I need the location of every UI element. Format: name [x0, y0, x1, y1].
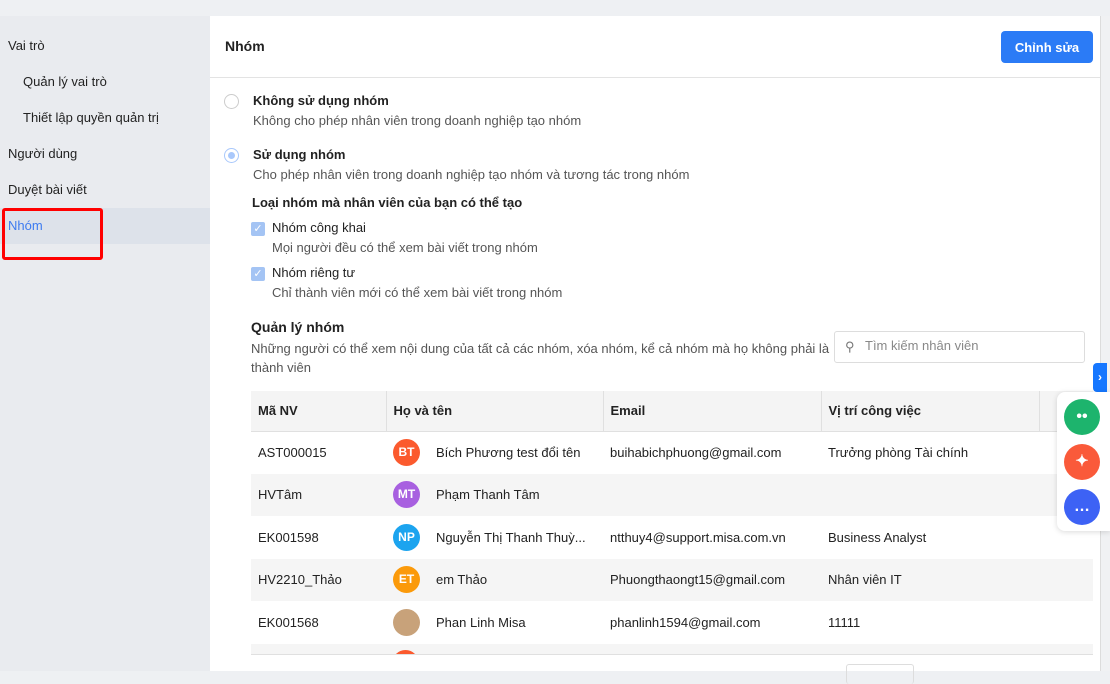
expand-widget-button[interactable]: › [1093, 363, 1107, 392]
avatar-photo [393, 608, 420, 636]
col-code[interactable]: Mã NV [251, 391, 387, 432]
cell-position: Business Analyst [828, 529, 927, 545]
cell-name: Phan Linh Misa [386, 601, 603, 644]
cell-actions [1039, 558, 1093, 601]
employee-name: Bích Phương test đổi tên [436, 445, 581, 460]
avatar: MT [393, 481, 420, 509]
avatar: BT [393, 439, 420, 466]
scrollbar[interactable] [1100, 16, 1110, 671]
sidebar-item-manage-roles[interactable]: Quản lý vai trò [0, 64, 210, 100]
col-email[interactable]: Email [603, 391, 822, 432]
cell-code: HV2210_Thảo [251, 558, 386, 601]
col-name[interactable]: Họ và tên [386, 391, 604, 432]
cell-name: MT Phạm Thanh Tâm [386, 473, 603, 516]
group-types-title: Loại nhóm mà nhân viên của bạn có thể tạ… [252, 195, 523, 210]
cell-name: ET em Thảo [386, 558, 603, 601]
cell-position: Trưởng phòng Tài chính [828, 445, 969, 460]
table-row[interactable]: HVTâm MT Phạm Thanh Tâm [251, 473, 1093, 516]
employee-name: Phan Linh Misa [436, 614, 526, 630]
cell-email: buihabichphuong@gmail.com [610, 445, 782, 460]
main-panel: Nhóm Chỉnh sửa Không sử dụng nhóm Không … [210, 16, 1100, 684]
option-label: Sử dụng nhóm [253, 147, 346, 162]
option-label: Nhóm công khai [272, 220, 366, 235]
search-employee[interactable]: ⚲ [834, 331, 1085, 363]
sidebar-item-users[interactable]: Người dùng [0, 136, 210, 172]
cell-code: EK001568 [258, 614, 319, 630]
table-row[interactable]: AST000015 BT Bích Phương test đổi tên bui… [251, 431, 1093, 474]
cell-position: 11111 [828, 614, 861, 630]
table-row[interactable]: HV2210_Thảo ET em Thảo Phuongthaongt15@gm… [251, 558, 1093, 601]
sidebar-item-post-approval[interactable]: Duyệt bài viết [0, 172, 210, 208]
bot-icon[interactable]: •• [1064, 399, 1100, 435]
top-bar [0, 0, 1110, 16]
edit-button[interactable]: Chỉnh sửa [1001, 31, 1093, 63]
radio-no-groups[interactable] [224, 94, 239, 109]
page-size-select[interactable] [846, 664, 914, 684]
employee-name: em Thảo [436, 572, 488, 588]
cell-name: BT Bích Phương test đổi tên [386, 431, 603, 474]
page-title: Nhóm [225, 38, 265, 54]
option-desc: Cho phép nhân viên trong doanh nghiệp tạ… [253, 167, 690, 182]
radio-use-groups[interactable] [224, 148, 239, 163]
chat-icon[interactable]: … [1064, 489, 1100, 525]
cell-position [821, 473, 1039, 516]
floating-widget: •• ✦ … [1057, 392, 1110, 531]
cell-code: AST000015 [258, 445, 327, 460]
table-row-partial [251, 644, 1093, 655]
option-desc: Mọi người đều có thể xem bài viết trong … [272, 240, 538, 255]
table-row[interactable]: EK001568 Phan Linh Misa phanlinh1594@gma… [251, 601, 1093, 644]
page-header: Nhóm Chỉnh sửa [210, 16, 1100, 78]
avatar [392, 650, 419, 654]
cell-email: phanlinh1594@gmail.com [610, 614, 761, 630]
avatar: ET [393, 566, 420, 594]
option-label: Nhóm riêng tư [272, 265, 356, 280]
cell-code: HVTâm [251, 473, 386, 516]
sidebar-item-admin-permissions[interactable]: Thiết lập quyền quản trị [0, 100, 210, 136]
checkbox-public-group[interactable]: ✓ [251, 222, 265, 236]
cell-email: ntthuy4@support.misa.com.vn [610, 529, 786, 545]
checkbox-private-group[interactable]: ✓ [251, 267, 265, 281]
search-icon: ⚲ [845, 339, 855, 354]
employee-name: Nguyễn Thị Thanh Thuỳ... [436, 529, 586, 545]
employee-name: Phạm Thanh Tâm [436, 487, 540, 503]
avatar: NP [393, 523, 420, 551]
managers-table: Mã NV Họ và tên Email Vị trí công việc A… [251, 391, 1093, 644]
sidebar: Vai trò Quản lý vai trò Thiết lập quyền … [0, 16, 210, 671]
option-desc: Chỉ thành viên mới có thể xem bài viết t… [272, 285, 563, 300]
highlight-annotation [2, 208, 103, 260]
cell-name: NP Nguyễn Thị Thanh Thuỳ... [386, 516, 603, 559]
cell-email [603, 473, 821, 516]
option-desc: Không cho phép nhân viên trong doanh ngh… [253, 113, 582, 128]
cell-email: Phuongthaongt15@gmail.com [603, 558, 821, 601]
manage-desc: Những người có thể xem nội dung của tất … [251, 341, 830, 375]
option-label: Không sử dụng nhóm [253, 93, 389, 108]
col-position[interactable]: Vị trí công việc [821, 391, 1040, 432]
sparkle-ai-icon[interactable]: ✦ [1064, 444, 1100, 480]
manage-title: Quản lý nhóm [251, 319, 345, 335]
cell-code: EK001598 [258, 529, 319, 545]
search-input[interactable] [865, 338, 1075, 353]
cell-position: Nhân viên IT [821, 558, 1039, 601]
sidebar-item-roles[interactable]: Vai trò [0, 28, 210, 64]
cell-actions [1039, 601, 1093, 644]
table-row[interactable]: EK001598 NP Nguyễn Thị Thanh Thuỳ... ntth… [251, 516, 1093, 559]
